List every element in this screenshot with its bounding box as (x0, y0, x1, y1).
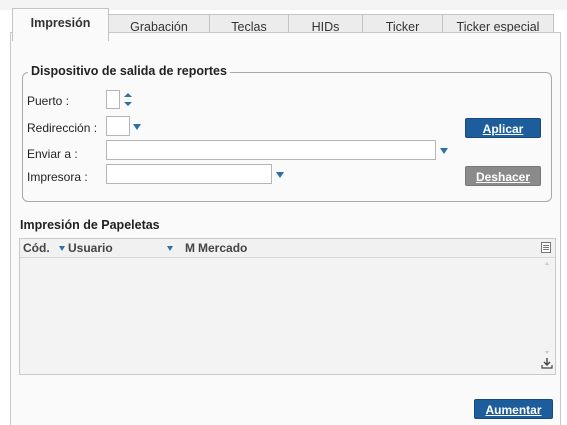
column-menu-icon[interactable] (541, 242, 551, 256)
column-header-m[interactable]: M (185, 241, 195, 255)
impresora-select[interactable] (106, 164, 272, 184)
undo-button[interactable]: Deshacer (465, 166, 541, 186)
enviar-select[interactable] (106, 140, 436, 160)
slips-table: Cód. Usuario M Mercado (19, 238, 556, 375)
dropdown-arrow-icon[interactable] (440, 148, 448, 154)
apply-button[interactable]: Aplicar (465, 118, 541, 138)
redireccion-label: Redirección : (27, 121, 98, 135)
puerto-input[interactable] (106, 90, 120, 109)
slips-title: Impresión de Papeletas (20, 218, 160, 232)
impresora-label: Impresora : (27, 170, 88, 184)
sort-arrow-icon[interactable] (167, 246, 173, 251)
spinner-icon[interactable] (122, 90, 134, 109)
redireccion-select[interactable] (106, 116, 130, 136)
dropdown-arrow-icon[interactable] (276, 172, 284, 178)
enviar-label: Enviar a : (27, 147, 78, 161)
tab-impresion[interactable]: Impresión (12, 8, 109, 41)
column-header-cod[interactable]: Cód. (23, 241, 50, 255)
undo-button-label: Deshacer (475, 170, 531, 184)
column-header-usuario[interactable]: Usuario (68, 241, 113, 255)
dropdown-arrow-icon[interactable] (133, 124, 141, 130)
table-header: Cód. Usuario M Mercado (20, 239, 555, 258)
table-scrollbar[interactable] (542, 259, 552, 371)
increase-button[interactable]: Aumentar (474, 399, 553, 419)
sort-arrow-icon[interactable] (59, 246, 65, 251)
download-icon[interactable] (541, 357, 553, 372)
column-header-mercado[interactable]: Mercado (198, 241, 247, 255)
puerto-label: Puerto : (27, 94, 70, 108)
increase-button-label: Aumentar (485, 403, 542, 417)
apply-button-label: Aplicar (482, 122, 524, 136)
report-output-title: Dispositivo de salida de reportes (28, 64, 230, 78)
